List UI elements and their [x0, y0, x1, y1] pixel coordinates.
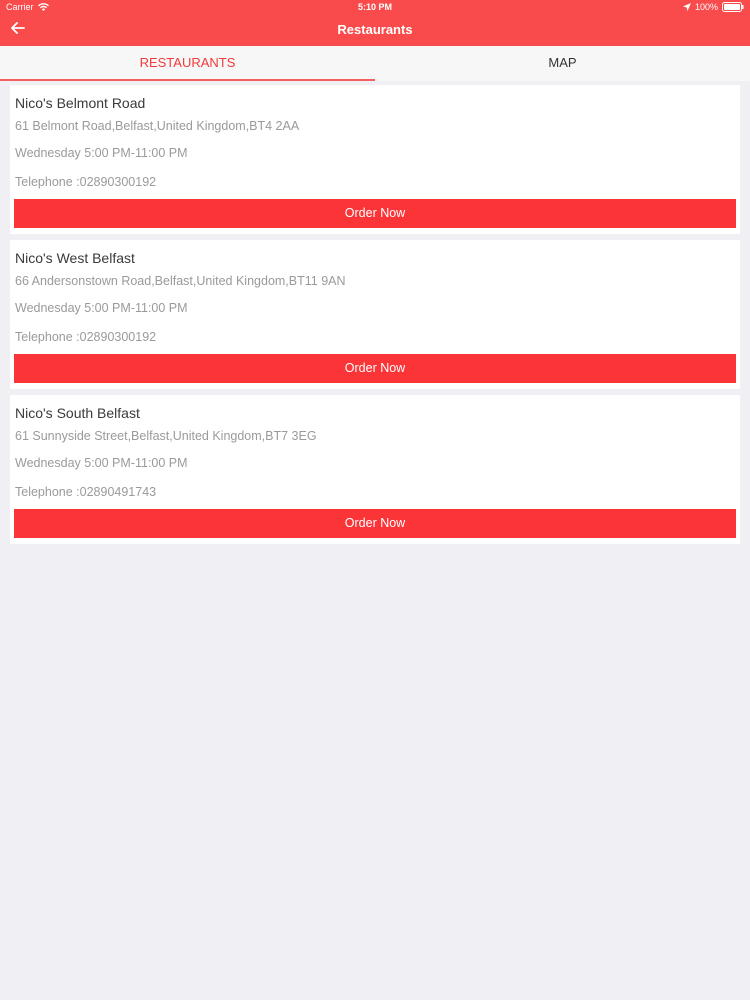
- order-now-button[interactable]: Order Now: [14, 509, 736, 538]
- tab-map-label: MAP: [548, 55, 577, 70]
- restaurant-phone: Telephone :02890300192: [15, 330, 157, 344]
- tab-restaurants-label: RESTAURANTS: [139, 55, 236, 70]
- restaurant-name: Nico's Belmont Road: [15, 95, 146, 111]
- restaurant-phone: Telephone :02890491743: [15, 485, 157, 499]
- tab-bar: RESTAURANTS MAP: [0, 46, 750, 81]
- nav-bar: Restaurants: [0, 14, 750, 46]
- restaurant-card: Nico's West Belfast 66 Andersonstown Roa…: [10, 240, 740, 389]
- restaurant-hours: Wednesday 5:00 PM-11:00 PM: [15, 146, 188, 160]
- restaurant-card: Nico's Belmont Road 61 Belmont Road,Belf…: [10, 85, 740, 234]
- tab-map[interactable]: MAP: [375, 46, 750, 81]
- status-right: 100%: [682, 0, 744, 14]
- page-title: Restaurants: [337, 22, 413, 37]
- active-tab-indicator: [0, 79, 375, 81]
- battery-percent: 100%: [694, 2, 718, 12]
- order-now-button[interactable]: Order Now: [14, 354, 736, 383]
- restaurant-address: 61 Belmont Road,Belfast,United Kingdom,B…: [15, 119, 300, 133]
- restaurant-hours: Wednesday 5:00 PM-11:00 PM: [15, 456, 188, 470]
- restaurant-phone: Telephone :02890300192: [15, 175, 157, 189]
- location-arrow-icon: [682, 3, 691, 11]
- status-time: 5:10 PM: [357, 2, 392, 12]
- app-header: Carrier 5:10 PM 100% Restaurants: [0, 0, 750, 46]
- tab-restaurants[interactable]: RESTAURANTS: [0, 46, 375, 81]
- restaurant-address: 66 Andersonstown Road,Belfast,United Kin…: [15, 274, 346, 288]
- order-now-button[interactable]: Order Now: [14, 199, 736, 228]
- restaurant-hours: Wednesday 5:00 PM-11:00 PM: [15, 301, 188, 315]
- restaurant-card: Nico's South Belfast 61 Sunnyside Street…: [10, 395, 740, 544]
- restaurant-list: Nico's Belmont Road 61 Belmont Road,Belf…: [10, 85, 740, 550]
- restaurant-name: Nico's South Belfast: [15, 405, 140, 421]
- status-bar: Carrier 5:10 PM 100%: [0, 0, 750, 14]
- battery-icon: [722, 2, 744, 12]
- restaurant-address: 61 Sunnyside Street,Belfast,United Kingd…: [15, 429, 317, 443]
- restaurant-name: Nico's West Belfast: [15, 250, 135, 266]
